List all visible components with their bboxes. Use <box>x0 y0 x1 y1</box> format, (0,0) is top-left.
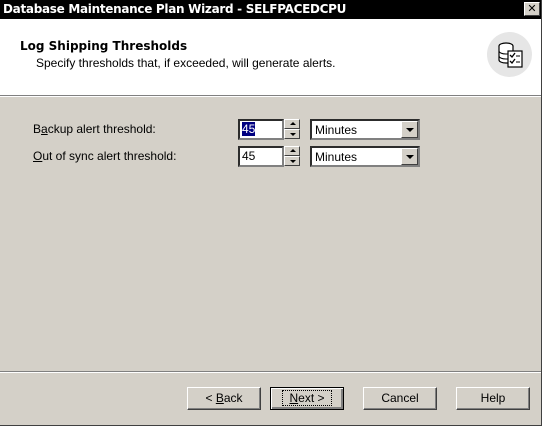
header-divider <box>0 96 541 97</box>
backup-unit-value: Minutes <box>315 123 358 137</box>
chevron-down-icon[interactable] <box>401 148 418 165</box>
chevron-down-icon[interactable] <box>401 121 418 138</box>
spin-up-icon[interactable] <box>284 146 300 156</box>
backup-threshold-unit-select[interactable]: Minutes <box>310 119 420 140</box>
backup-threshold-input[interactable]: 45 <box>238 119 284 140</box>
help-button[interactable]: Help <box>456 387 530 410</box>
backup-threshold-spinner[interactable] <box>284 119 300 140</box>
title-bar: Database Maintenance Plan Wizard - SELFP… <box>0 0 541 19</box>
database-checklist-icon <box>487 32 532 77</box>
close-button[interactable]: ✕ <box>524 2 540 16</box>
backup-alert-threshold-label: Backup alert threshold: <box>33 122 156 136</box>
page-title: Log Shipping Thresholds <box>20 39 188 53</box>
next-button[interactable]: Next > <box>270 387 344 410</box>
spin-down-icon[interactable] <box>284 156 300 166</box>
spin-down-icon[interactable] <box>284 129 300 139</box>
out-of-sync-threshold-input[interactable]: 45 <box>238 146 284 167</box>
close-icon: ✕ <box>527 2 537 15</box>
back-button[interactable]: < Back <box>187 387 261 410</box>
window-title: Database Maintenance Plan Wizard - SELFP… <box>3 2 347 16</box>
out-of-sync-unit-select[interactable]: Minutes <box>310 146 420 167</box>
out-of-sync-threshold-label: Out of sync alert threshold: <box>33 149 177 163</box>
cancel-button[interactable]: Cancel <box>363 387 437 410</box>
wizard-header: Log Shipping Thresholds Specify threshol… <box>0 19 541 96</box>
page-subtitle: Specify thresholds that, if exceeded, wi… <box>36 56 336 70</box>
spin-up-icon[interactable] <box>284 119 300 129</box>
wizard-window: Database Maintenance Plan Wizard - SELFP… <box>0 0 542 426</box>
out-of-sync-threshold-spinner[interactable] <box>284 146 300 167</box>
out-of-sync-unit-value: Minutes <box>315 150 358 164</box>
footer-divider-highlight <box>0 372 541 373</box>
